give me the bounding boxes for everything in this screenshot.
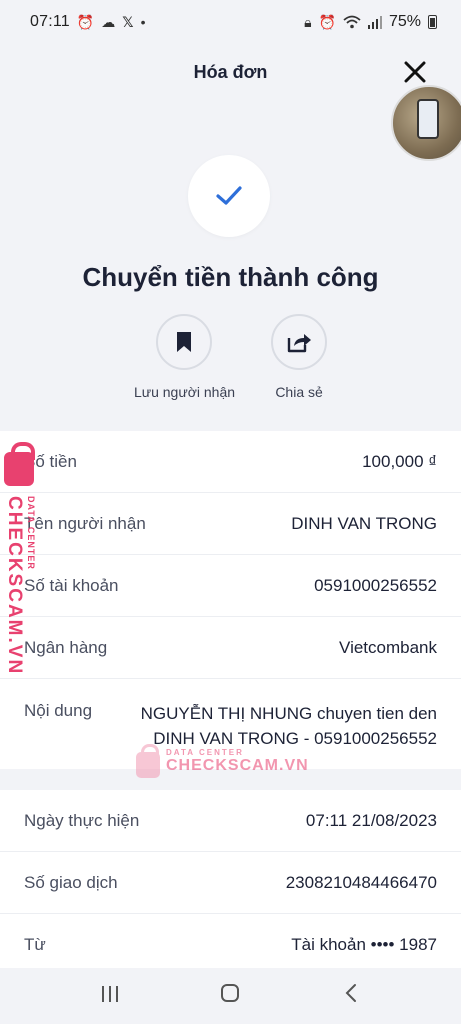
transaction-id-value: 2308210484466470 — [285, 872, 437, 892]
recent-apps-button[interactable] — [90, 983, 130, 1009]
x-icon: 𝕏 — [122, 13, 134, 30]
home-button[interactable] — [210, 983, 250, 1009]
page-title: Hóa đơn — [193, 61, 268, 82]
amount-value: 100,000 ₫ — [362, 451, 437, 471]
lock-icon: 🔒︎ — [304, 13, 312, 30]
detail-label: Số giao dịch — [24, 872, 118, 892]
back-button[interactable] — [331, 983, 371, 1009]
status-right: 🔒︎ ⏰ 75% — [304, 13, 437, 31]
detail-row-account: Số tài khoản 0591000256552 — [0, 555, 461, 617]
alarm-icon: ⏰ — [76, 13, 95, 30]
signal-icon — [367, 16, 382, 29]
header: Hóa đơn — [0, 52, 461, 92]
phone-image — [417, 99, 439, 139]
save-recipient-circle[interactable] — [156, 314, 213, 370]
action-row: Lưu người nhận Chia sẻ — [0, 314, 461, 400]
bookmark-icon — [177, 332, 192, 352]
wifi-icon — [343, 15, 361, 29]
system-nav-bar — [0, 968, 461, 1024]
detail-label: Ngày thực hiện — [24, 810, 140, 830]
share-circle[interactable] — [271, 314, 328, 370]
bank-value: Vietcombank — [339, 637, 437, 657]
success-check — [188, 155, 270, 237]
detail-label: Ngân hàng — [24, 637, 108, 657]
share-icon — [287, 334, 312, 353]
detail-row-bank: Ngân hàng Vietcombank — [0, 617, 461, 679]
detail-label: Nội dung — [24, 701, 93, 720]
share-button[interactable]: Chia sẻ — [271, 314, 328, 400]
detail-label: Tên người nhận — [24, 513, 146, 533]
account-value: 0591000256552 — [314, 575, 437, 595]
status-time: 07:11 — [30, 13, 70, 30]
detail-row-recipient: Tên người nhận DINH VAN TRONG — [0, 493, 461, 555]
date-value: 07:11 21/08/2023 — [305, 810, 437, 830]
status-bar: 07:11 ⏰ ☁ 𝕏 • 🔒︎ ⏰ 75% — [0, 0, 461, 44]
recent-apps-icon — [102, 986, 119, 1002]
battery-text: 75% — [388, 13, 421, 30]
content-value: NGUYỄN THỊ NHUNG chuyen tien den DINH VA… — [140, 704, 437, 748]
from-account-value: Tài khoản •••• 1987 — [291, 935, 437, 954]
save-recipient-button[interactable]: Lưu người nhận — [134, 314, 235, 400]
detail-label: Từ — [24, 935, 46, 954]
cloud-icon: ☁ — [101, 13, 116, 30]
success-title: Chuyển tiền thành công — [82, 262, 379, 292]
close-button[interactable] — [399, 56, 431, 88]
back-icon — [345, 984, 356, 1002]
detail-row-date: Ngày thực hiện 07:11 21/08/2023 — [0, 790, 461, 852]
share-label: Chia sẻ — [275, 384, 323, 400]
save-recipient-label: Lưu người nhận — [133, 384, 236, 400]
detail-label: Số tiền — [24, 451, 77, 471]
home-icon — [221, 984, 240, 1002]
dot-icon: • — [140, 14, 146, 30]
video-bubble[interactable] — [391, 85, 461, 161]
detail-label: Số tài khoản — [24, 575, 119, 595]
battery-icon — [428, 15, 437, 29]
detail-row-transaction-id: Số giao dịch 2308210484466470 — [0, 852, 461, 914]
detail-row-from: Từ Tài khoản •••• 1987 — [0, 914, 461, 976]
detail-row-amount: Số tiền 100,000 ₫ — [0, 431, 461, 493]
detail-row-content: Nội dung NGUYỄN THỊ NHUNG chuyen tien de… — [0, 679, 461, 769]
status-left: 07:11 ⏰ ☁ 𝕏 • — [30, 13, 145, 31]
transaction-details-card: Số tiền 100,000 ₫ Tên người nhận DINH VA… — [0, 431, 461, 769]
close-icon — [404, 61, 426, 83]
alarm-icon: ⏰ — [318, 13, 336, 30]
transaction-meta-card: Ngày thực hiện 07:11 21/08/2023 Số giao … — [0, 790, 461, 968]
recipient-value: DINH VAN TRONG — [291, 513, 437, 533]
checkmark-icon — [216, 186, 242, 205]
